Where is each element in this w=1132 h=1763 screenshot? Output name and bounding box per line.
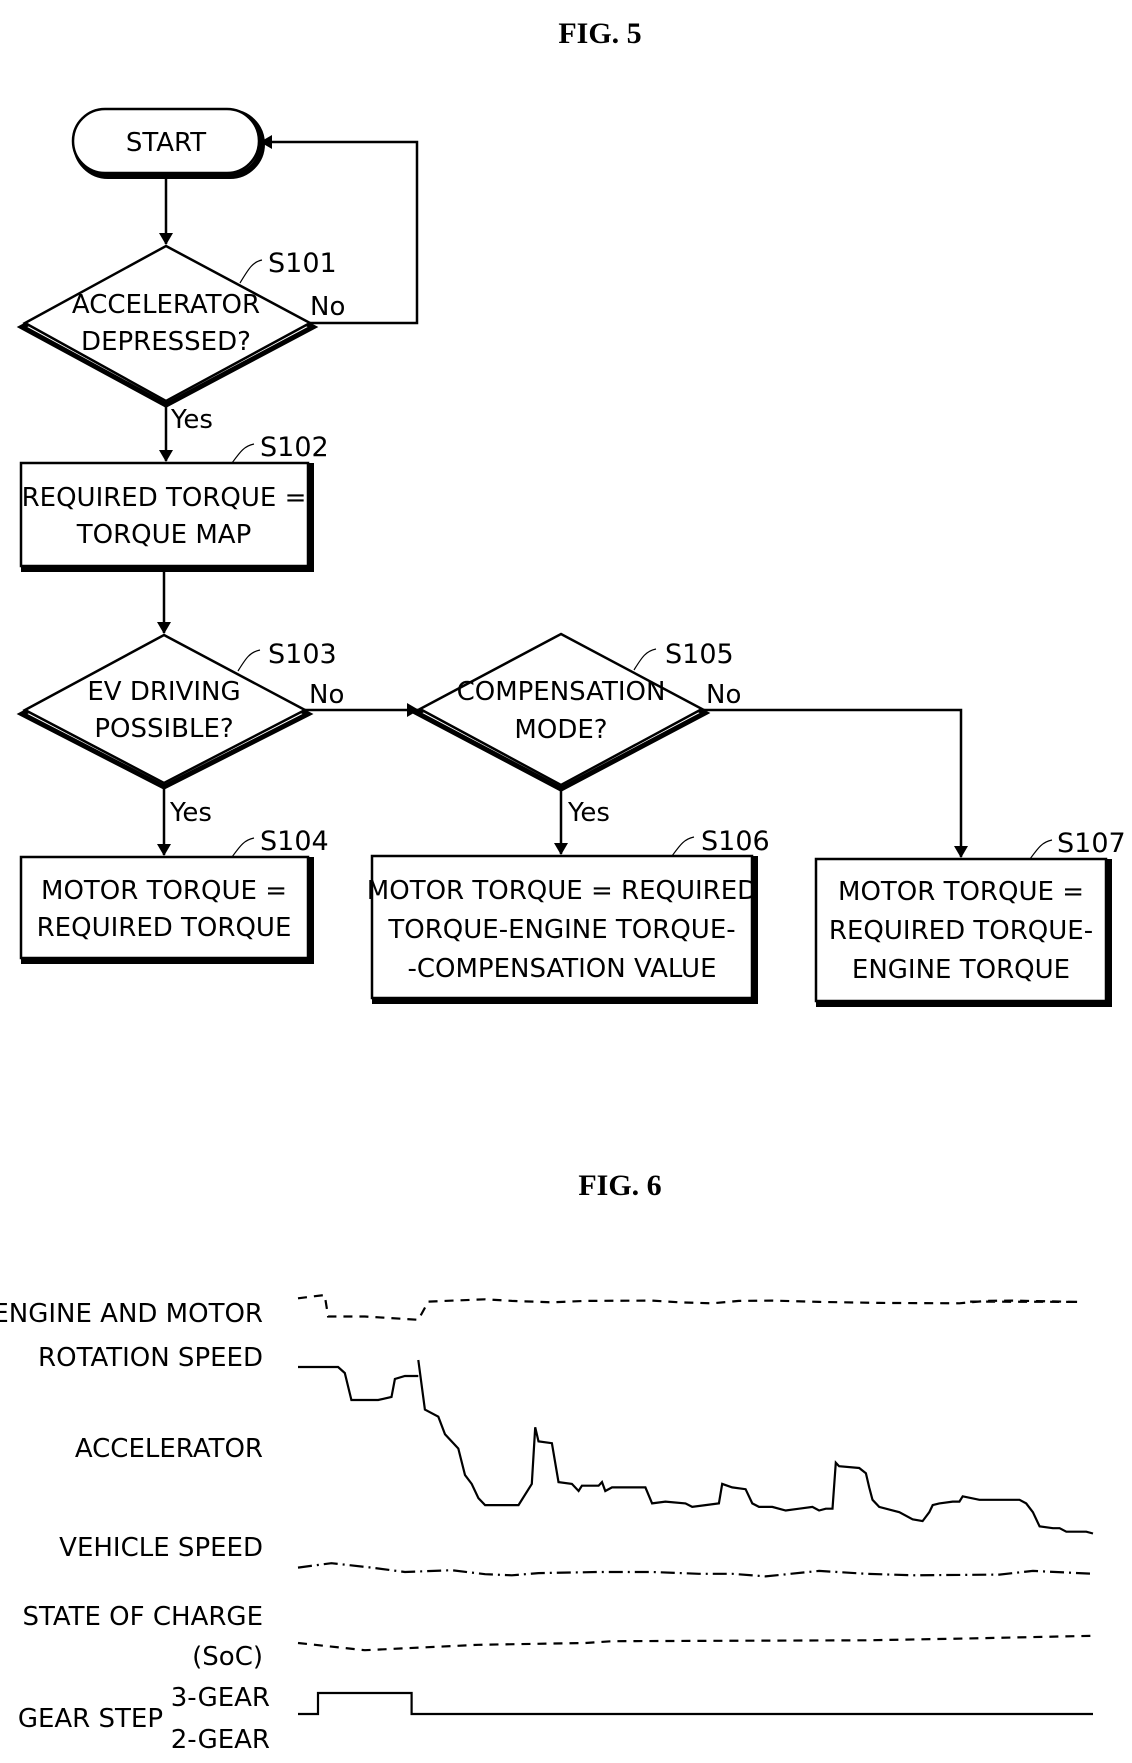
step-label-s105: S105 — [665, 639, 734, 670]
s107-line-1: MOTOR TORQUE = — [838, 877, 1084, 907]
s103-yes-label: Yes — [169, 798, 212, 828]
s107-leader-line — [1029, 839, 1053, 860]
s102-line-2: TORQUE MAP — [76, 520, 252, 550]
process-s106: MOTOR TORQUE = REQUIRED TORQUE-ENGINE TO… — [367, 826, 770, 1004]
s103-line-2: POSSIBLE? — [94, 714, 233, 744]
s102-line-1: REQUIRED TORQUE = — [22, 483, 307, 513]
s103-no-label: No — [309, 680, 344, 710]
s105-yes-label: Yes — [567, 798, 610, 828]
trace-accelerator — [417, 1359, 1094, 1535]
s106-line-3: -COMPENSATION VALUE — [407, 954, 716, 984]
figure-6-title: FIG. 6 — [578, 1169, 661, 1202]
s104-leader-line — [231, 837, 255, 858]
s101-leader-line — [239, 259, 263, 284]
trace-state-of-charge-soc — [297, 1634, 1094, 1652]
s102-leader-line — [231, 443, 255, 464]
s104-line-2: REQUIRED TORQUE — [37, 913, 292, 943]
step-label-s101: S101 — [268, 248, 337, 279]
step-label-s106: S106 — [701, 826, 770, 857]
s101-no-label: No — [310, 292, 345, 322]
figure-6-timing-chart: FIG. 6 ENGINE AND MOTOR ROTATION SPEED A… — [0, 1169, 1094, 1755]
s105-no-label: No — [706, 680, 741, 710]
s103-leader-line — [237, 649, 261, 672]
s101-yes-label: Yes — [170, 405, 213, 435]
patent-drawing-sheet: FIG. 5 START ACCELERATOR DEPRESSED? S101… — [0, 17, 1126, 1755]
step-label-s103: S103 — [268, 639, 337, 670]
s107-line-3: ENGINE TORQUE — [852, 955, 1070, 985]
s106-line-1: MOTOR TORQUE = REQUIRED — [367, 876, 757, 906]
label-soc-2: (SoC) — [192, 1642, 263, 1672]
trace-gear-step — [298, 1691, 1093, 1716]
s101-line-1: ACCELERATOR — [72, 290, 260, 320]
label-soc-1: STATE OF CHARGE — [22, 1602, 263, 1632]
s105-line-2: MODE? — [514, 715, 607, 745]
s106-line-2: TORQUE-ENGINE TORQUE- — [387, 915, 735, 945]
s105-leader-line — [633, 648, 657, 671]
decision-s105: COMPENSATION MODE? S105 No Yes — [411, 632, 741, 828]
label-3-gear: 3-GEAR — [171, 1683, 270, 1713]
trace-vehicle-speed — [297, 1562, 1094, 1578]
start-terminal: START — [71, 107, 265, 179]
label-2-gear: 2-GEAR — [171, 1725, 270, 1755]
s104-line-1: MOTOR TORQUE = — [41, 876, 287, 906]
step-label-s107: S107 — [1057, 828, 1126, 859]
trace-engine-and-motor-rotation-speed-engine-dashed — [297, 1293, 1080, 1321]
process-s104: MOTOR TORQUE = REQUIRED TORQUE S104 — [19, 826, 329, 964]
trace-engine-and-motor-rotation-speed-motor-solid — [298, 1365, 419, 1402]
label-rotation-speed-1: ENGINE AND MOTOR — [0, 1299, 263, 1329]
s106-leader-line — [671, 836, 695, 857]
label-vehicle-speed: VEHICLE SPEED — [59, 1533, 263, 1563]
step-label-s102: S102 — [260, 432, 329, 463]
start-label: START — [126, 128, 206, 158]
s101-line-2: DEPRESSED? — [81, 327, 251, 357]
decision-s103: EV DRIVING POSSIBLE? S103 No Yes — [16, 633, 344, 828]
figure-5-flowchart: FIG. 5 START ACCELERATOR DEPRESSED? S101… — [16, 17, 1126, 1007]
process-s102: REQUIRED TORQUE = TORQUE MAP S102 — [19, 432, 329, 572]
s107-line-2: REQUIRED TORQUE- — [829, 916, 1093, 946]
s105-line-1: COMPENSATION — [457, 677, 666, 707]
s103-line-1: EV DRIVING — [87, 677, 240, 707]
label-accelerator: ACCELERATOR — [75, 1434, 263, 1464]
label-gear-step: GEAR STEP — [18, 1704, 163, 1734]
signal-traces — [297, 1293, 1094, 1716]
label-rotation-speed-2: ROTATION SPEED — [38, 1343, 263, 1373]
process-s107: MOTOR TORQUE = REQUIRED TORQUE- ENGINE T… — [814, 828, 1126, 1007]
figure-5-title: FIG. 5 — [558, 17, 641, 50]
decision-s101: ACCELERATOR DEPRESSED? S101 No Yes — [16, 244, 345, 435]
step-label-s104: S104 — [260, 826, 329, 857]
